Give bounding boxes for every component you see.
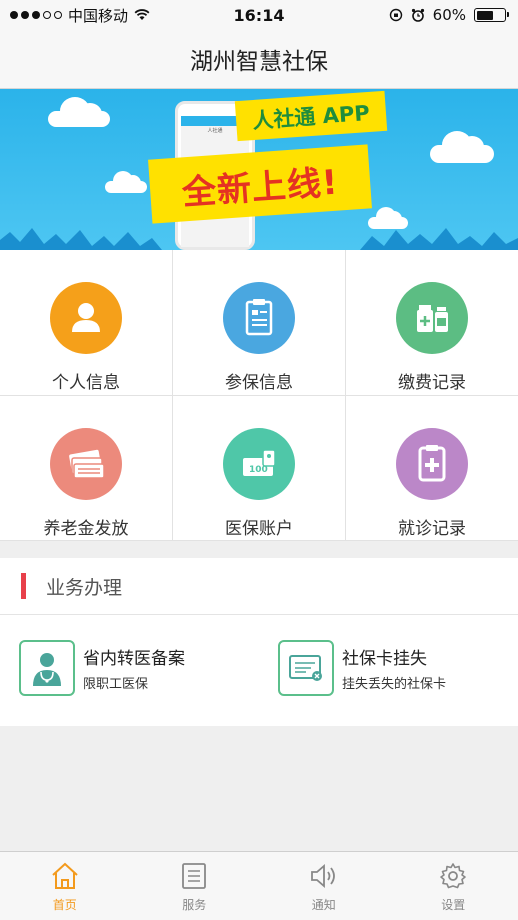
grid-item-payment-record[interactable]: 缴费记录 — [346, 250, 518, 396]
wifi-icon — [134, 9, 150, 20]
grid-item-label: 医保账户 — [225, 519, 293, 539]
grid-item-pension-payment[interactable]: 养老金发放 — [0, 396, 173, 541]
tab-home[interactable]: 首页 — [0, 852, 130, 920]
doctor-icon — [19, 640, 75, 696]
cloud-decoration — [48, 97, 110, 127]
carrier-name: 中国移动 — [68, 6, 129, 25]
mountain-decoration — [0, 228, 518, 250]
section-title: 业务办理 — [46, 576, 123, 599]
tab-label: 通知 — [311, 898, 336, 912]
feature-grid: 个人信息 参保信息 缴费记录 养老金发放 100 医保账户 就诊记录 — [0, 250, 518, 541]
card-lost-icon — [278, 640, 334, 696]
tab-label: 首页 — [52, 898, 77, 912]
battery-percent: 60% — [432, 6, 466, 24]
nav-bar: 湖州智慧社保 — [0, 30, 518, 89]
grid-item-label: 缴费记录 — [398, 373, 466, 393]
grid-item-label: 就诊记录 — [398, 519, 466, 539]
tab-label: 服务 — [182, 898, 207, 912]
medicine-bottles-icon — [396, 282, 468, 354]
rotation-lock-icon — [389, 8, 402, 22]
business-item-subtitle: 挂失丢失的社保卡 — [342, 677, 447, 692]
list-icon — [182, 863, 207, 889]
alarm-icon — [411, 8, 424, 22]
grid-item-label: 参保信息 — [225, 373, 293, 393]
section-accent-bar — [21, 573, 26, 599]
tab-notification[interactable]: 通知 — [259, 852, 389, 920]
business-section: 业务办理 省内转医备案 限职工医保 社保卡挂失 挂失丢失的社保卡 — [0, 558, 518, 726]
business-item-title: 省内转医备案 — [83, 649, 185, 669]
tab-service[interactable]: 服务 — [130, 852, 260, 920]
grid-item-label: 个人信息 — [52, 373, 120, 393]
grid-item-insurance-info[interactable]: 参保信息 — [173, 250, 346, 396]
speaker-icon — [310, 864, 335, 888]
card-100-icon: 100 — [223, 428, 295, 500]
person-icon — [50, 282, 122, 354]
section-header: 业务办理 — [0, 558, 518, 615]
cash-stack-icon — [50, 428, 122, 500]
business-item-title: 社保卡挂失 — [342, 649, 427, 669]
cloud-decoration — [430, 131, 494, 163]
grid-item-label: 养老金发放 — [43, 519, 129, 539]
business-item-hospital-transfer[interactable]: 省内转医备案 限职工医保 — [0, 640, 259, 696]
business-item-card-loss[interactable]: 社保卡挂失 挂失丢失的社保卡 — [259, 640, 518, 696]
bottom-tab-bar: 首页 服务 通知 设置 — [0, 851, 518, 920]
battery-icon — [474, 8, 509, 22]
signal-strength-icon — [10, 11, 62, 19]
clipboard-icon — [223, 282, 295, 354]
status-bar: 中国移动 16:14 60% — [0, 0, 518, 30]
grid-item-personal-info[interactable]: 个人信息 — [0, 250, 173, 396]
page-title: 湖州智慧社保 — [190, 49, 328, 75]
home-icon — [52, 862, 78, 889]
gear-icon — [440, 863, 467, 889]
tab-settings[interactable]: 设置 — [389, 852, 518, 920]
medical-clipboard-icon — [396, 428, 468, 500]
tab-label: 设置 — [441, 898, 466, 912]
cloud-decoration — [105, 171, 147, 193]
grid-item-visit-record[interactable]: 就诊记录 — [346, 396, 518, 541]
grid-item-medical-account[interactable]: 100 医保账户 — [173, 396, 346, 541]
business-item-subtitle: 限职工医保 — [83, 677, 149, 692]
